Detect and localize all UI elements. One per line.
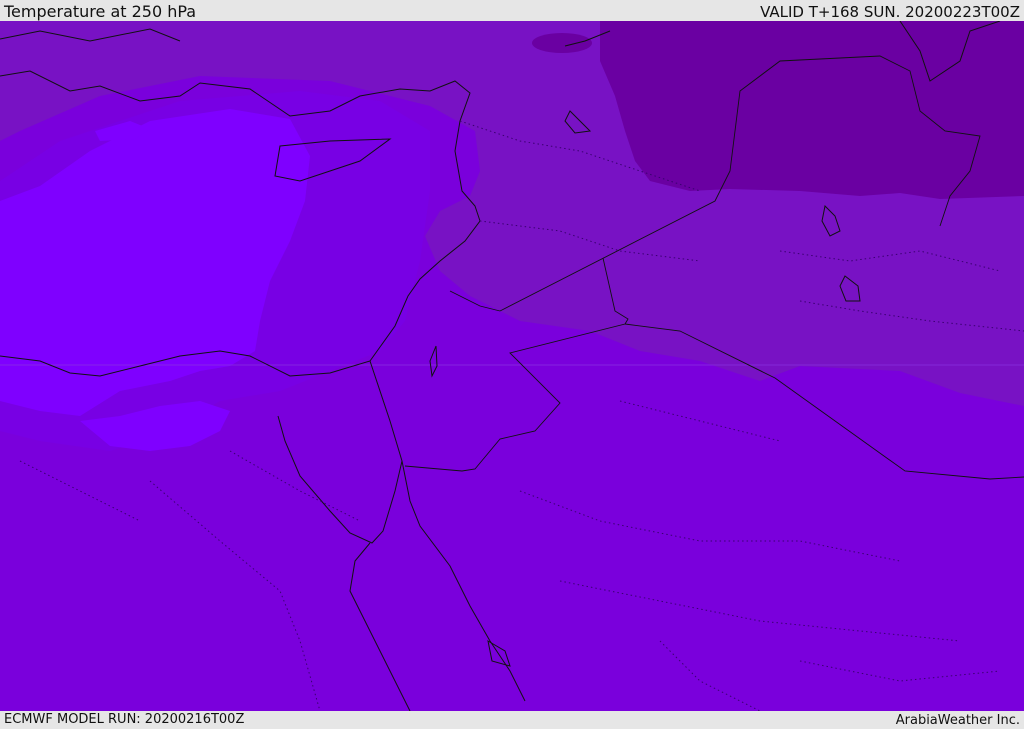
northeast-dark-band xyxy=(600,21,1024,199)
weather-map xyxy=(0,21,1024,711)
map-title: Temperature at 250 hPa xyxy=(4,2,197,21)
caspian-dark-patch xyxy=(532,33,592,53)
valid-time-label: VALID T+168 SUN. 20200223T00Z xyxy=(760,3,1020,21)
model-run-label: ECMWF MODEL RUN: 20200216T00Z xyxy=(4,712,245,727)
bottom-bar: ECMWF MODEL RUN: 20200216T00Z ArabiaWeat… xyxy=(0,711,1024,729)
top-bar: Temperature at 250 hPa VALID T+168 SUN. … xyxy=(0,0,1024,21)
credit-label: ArabiaWeather Inc. xyxy=(895,713,1020,728)
